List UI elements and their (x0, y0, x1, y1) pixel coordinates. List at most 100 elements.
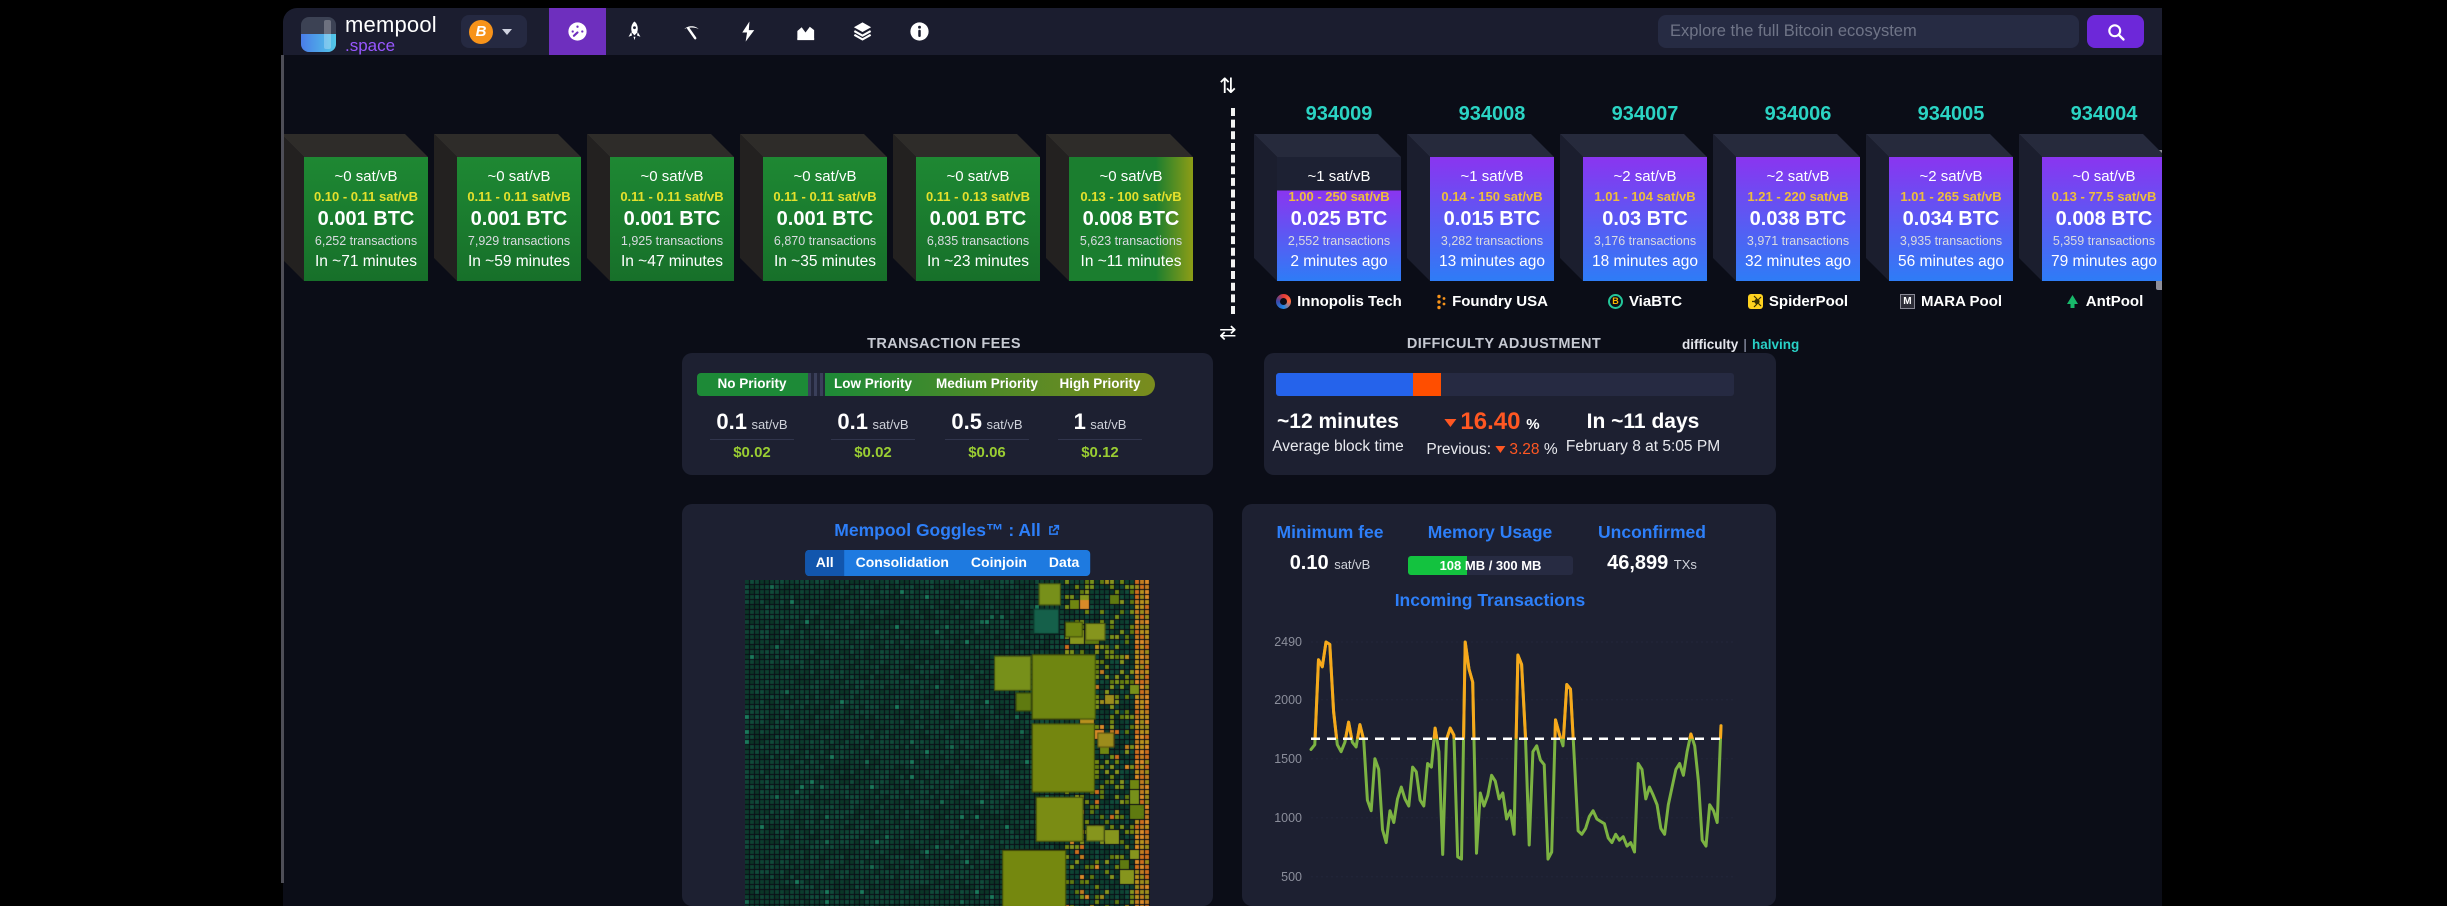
divider (1058, 439, 1142, 440)
block-top-face (1046, 134, 1193, 157)
unconfirmed-value: 46,899 TXs (1607, 552, 1697, 575)
screenshot-root: mempool .space B ⇅ ⇄ (0, 0, 2447, 906)
network-selector[interactable]: B (461, 15, 527, 48)
block-tx-count: 7,929 transactions (457, 232, 581, 251)
tab-lightning[interactable] (720, 8, 777, 55)
block-face: ~2 sat/vB1.21 - 220 sat/vB0.038 BTC3,971… (1736, 157, 1860, 281)
goggles-tab-data[interactable]: Data (1038, 550, 1090, 576)
tab-acceleration[interactable] (606, 8, 663, 55)
tab-mining[interactable] (663, 8, 720, 55)
block-tx-count: 5,359 transactions (2042, 232, 2162, 251)
tab-dashboard[interactable] (549, 8, 606, 55)
block-height-link[interactable]: 934007 (1583, 103, 1707, 126)
mempool-block[interactable]: ~0 sat/vB0.13 - 100 sat/vB0.008 BTC5,623… (1069, 157, 1193, 281)
swap-horizontal-icon: ⇄ (1219, 320, 1237, 345)
window-edge-line (281, 55, 284, 883)
block-tx-count: 6,835 transactions (916, 232, 1040, 251)
block-top-face (587, 134, 734, 157)
external-link-icon (1046, 523, 1061, 538)
block-height-link[interactable]: 934005 (1889, 103, 2013, 126)
block-height-link[interactable]: 934004 (2042, 103, 2162, 126)
block-total-fees: 0.001 BTC (763, 206, 887, 232)
block-mined-time: 56 minutes ago (1889, 251, 2013, 273)
goggles-title-link[interactable]: Mempool Goggles™ : All (682, 520, 1213, 541)
block-eta: In ~11 minutes (1069, 251, 1193, 273)
fee-tier: 1 sat/vB$0.12 (1035, 409, 1165, 461)
tab-layers[interactable] (834, 8, 891, 55)
fee-tier-name: Medium Priority (936, 376, 1038, 391)
mined-block[interactable]: ~2 sat/vB1.01 - 265 sat/vB0.034 BTC3,935… (1889, 157, 2013, 281)
mining-pool[interactable]: Foundry USA (1417, 293, 1567, 310)
block-mined-time: 18 minutes ago (1583, 251, 1707, 273)
block-side-face (1407, 134, 1430, 281)
info-icon (908, 20, 931, 43)
block-median-fee: ~1 sat/vB (1277, 166, 1401, 187)
goggles-treemap[interactable] (745, 580, 1150, 906)
mining-pool[interactable]: MMARA Pool (1876, 293, 2026, 310)
fee-usd: $0.12 (1035, 444, 1165, 461)
halving-link[interactable]: halving (1752, 337, 1799, 352)
goggles-tab-all[interactable]: All (805, 550, 845, 576)
block-fee-range: 1.01 - 265 sat/vB (1889, 187, 2013, 206)
goggles-tab-consolidation[interactable]: Consolidation (845, 550, 960, 576)
pool-name: SpiderPool (1769, 293, 1848, 310)
difficulty-progress-bar (1276, 373, 1734, 396)
fee-usd: $0.02 (687, 444, 817, 461)
block-tx-count: 1,925 transactions (610, 232, 734, 251)
mining-pool[interactable]: BViaBTC (1570, 293, 1720, 310)
search-input[interactable] (1658, 15, 2079, 48)
block-height-link[interactable]: 934006 (1736, 103, 1860, 126)
tab-docs[interactable] (891, 8, 948, 55)
difficulty-link[interactable]: difficulty (1682, 337, 1738, 352)
block-face: ~0 sat/vB0.13 - 100 sat/vB0.008 BTC5,623… (1069, 157, 1193, 281)
fee-tier: 0.5 sat/vB$0.06 (922, 409, 1052, 461)
block-top-face (434, 134, 581, 157)
block-median-fee: ~1 sat/vB (1430, 166, 1554, 187)
mempool-block[interactable]: ~0 sat/vB0.11 - 0.11 sat/vB0.001 BTC1,92… (610, 157, 734, 281)
search-button[interactable] (2087, 15, 2144, 48)
block-height-link[interactable]: 934008 (1430, 103, 1554, 126)
fee-usd: $0.02 (808, 444, 938, 461)
fee-tier-name: No Priority (717, 376, 786, 391)
block-total-fees: 0.015 BTC (1430, 206, 1554, 232)
difficulty-progress-orange (1413, 373, 1440, 396)
search-icon (2106, 22, 2126, 42)
block-side-face (1046, 134, 1069, 281)
block-top-face (283, 134, 428, 157)
mempool-block[interactable]: ~0 sat/vB0.11 - 0.13 sat/vB0.001 BTC6,83… (916, 157, 1040, 281)
mined-block[interactable]: ~2 sat/vB1.21 - 220 sat/vB0.038 BTC3,971… (1736, 157, 1860, 281)
pickaxe-icon (680, 20, 703, 43)
block-face: ~1 sat/vB1.00 - 250 sat/vB0.025 BTC2,552… (1277, 157, 1401, 281)
block-height-link[interactable]: 934009 (1277, 103, 1401, 126)
mined-block[interactable]: ~2 sat/vB1.01 - 104 sat/vB0.03 BTC3,176 … (1583, 157, 1707, 281)
block-top-face (1866, 134, 2013, 157)
mining-pool[interactable]: AntPool (2029, 293, 2162, 310)
mempool-block[interactable]: ~0 sat/vB0.11 - 0.11 sat/vB0.001 BTC7,92… (457, 157, 581, 281)
mined-block[interactable]: ~1 sat/vB0.14 - 150 sat/vB0.015 BTC3,282… (1430, 157, 1554, 281)
mined-block[interactable]: ~0 sat/vB0.13 - 77.5 sat/vB0.008 BTC5,35… (2042, 157, 2162, 281)
mining-pool[interactable]: SpiderPool (1723, 293, 1873, 310)
block-fee-range: 0.13 - 100 sat/vB (1069, 187, 1193, 206)
brand-tld: .space (345, 37, 437, 54)
tab-statistics[interactable] (777, 8, 834, 55)
fee-tier: 0.1 sat/vB$0.02 (808, 409, 938, 461)
incoming-transactions-chart: 2490200015001000500 (1256, 616, 1761, 906)
bitcoin-icon: B (469, 20, 493, 44)
block-side-face (1560, 134, 1583, 281)
mining-pool[interactable]: Innopolis Tech (1264, 293, 1414, 310)
block-side-face (740, 134, 763, 281)
mempool-block[interactable]: ~0 sat/vB0.11 - 0.11 sat/vB0.001 BTC6,87… (763, 157, 887, 281)
fees-section-label: TRANSACTION FEES (694, 336, 1194, 352)
block-face: ~0 sat/vB0.11 - 0.13 sat/vB0.001 BTC6,83… (916, 157, 1040, 281)
block-side-face (587, 134, 610, 281)
block-mined-time: 32 minutes ago (1736, 251, 1860, 273)
mempool-block[interactable]: ~0 sat/vB0.10 - 0.11 sat/vB0.001 BTC6,25… (304, 157, 428, 281)
mined-block[interactable]: ~1 sat/vB1.00 - 250 sat/vB0.025 BTC2,552… (1277, 157, 1401, 281)
block-total-fees: 0.025 BTC (1277, 206, 1401, 232)
block-fee-range: 0.11 - 0.11 sat/vB (763, 187, 887, 206)
goggles-tab-coinjoin[interactable]: Coinjoin (960, 550, 1038, 576)
app-window: mempool .space B ⇅ ⇄ (283, 8, 2162, 906)
brand-logo[interactable]: mempool .space (301, 14, 437, 54)
block-fee-range: 0.11 - 0.11 sat/vB (610, 187, 734, 206)
block-eta: In ~47 minutes (610, 251, 734, 273)
